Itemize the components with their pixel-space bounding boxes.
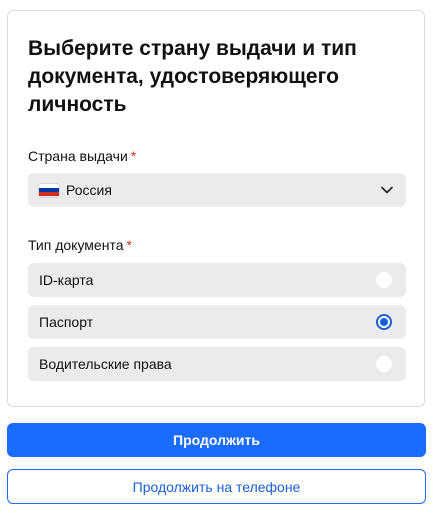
document-option-id-card[interactable]: ID-карта xyxy=(28,263,406,297)
option-label: ID-карта xyxy=(39,272,94,288)
country-label: Страна выдачи * xyxy=(28,147,136,165)
continue-button[interactable]: Продолжить xyxy=(7,423,426,457)
document-type-label: Тип документа * xyxy=(28,236,132,254)
page-title: Выберите страну выдачи и тип документа, … xyxy=(28,37,357,116)
required-marker: * xyxy=(126,237,132,253)
document-type-label-text: Тип документа xyxy=(28,237,124,253)
chevron-down-icon xyxy=(380,183,394,197)
country-select[interactable]: Россия xyxy=(28,173,406,207)
option-label: Водительские права xyxy=(39,356,172,372)
option-label: Паспорт xyxy=(39,314,94,330)
document-selection-card: Выберите страну выдачи и тип документа, … xyxy=(7,10,425,407)
continue-on-phone-button[interactable]: Продолжить на телефоне xyxy=(7,469,426,504)
radio-checked-icon[interactable] xyxy=(376,314,392,330)
document-option-drivers-license[interactable]: Водительские права xyxy=(28,347,406,381)
required-marker: * xyxy=(130,148,137,164)
country-label-text: Страна выдачи xyxy=(28,148,128,164)
radio-unchecked-icon[interactable] xyxy=(376,272,392,288)
russia-flag-icon xyxy=(39,183,59,197)
country-select-value: Россия xyxy=(66,182,112,198)
document-option-passport[interactable]: Паспорт xyxy=(28,305,406,339)
radio-unchecked-icon[interactable] xyxy=(376,356,392,372)
